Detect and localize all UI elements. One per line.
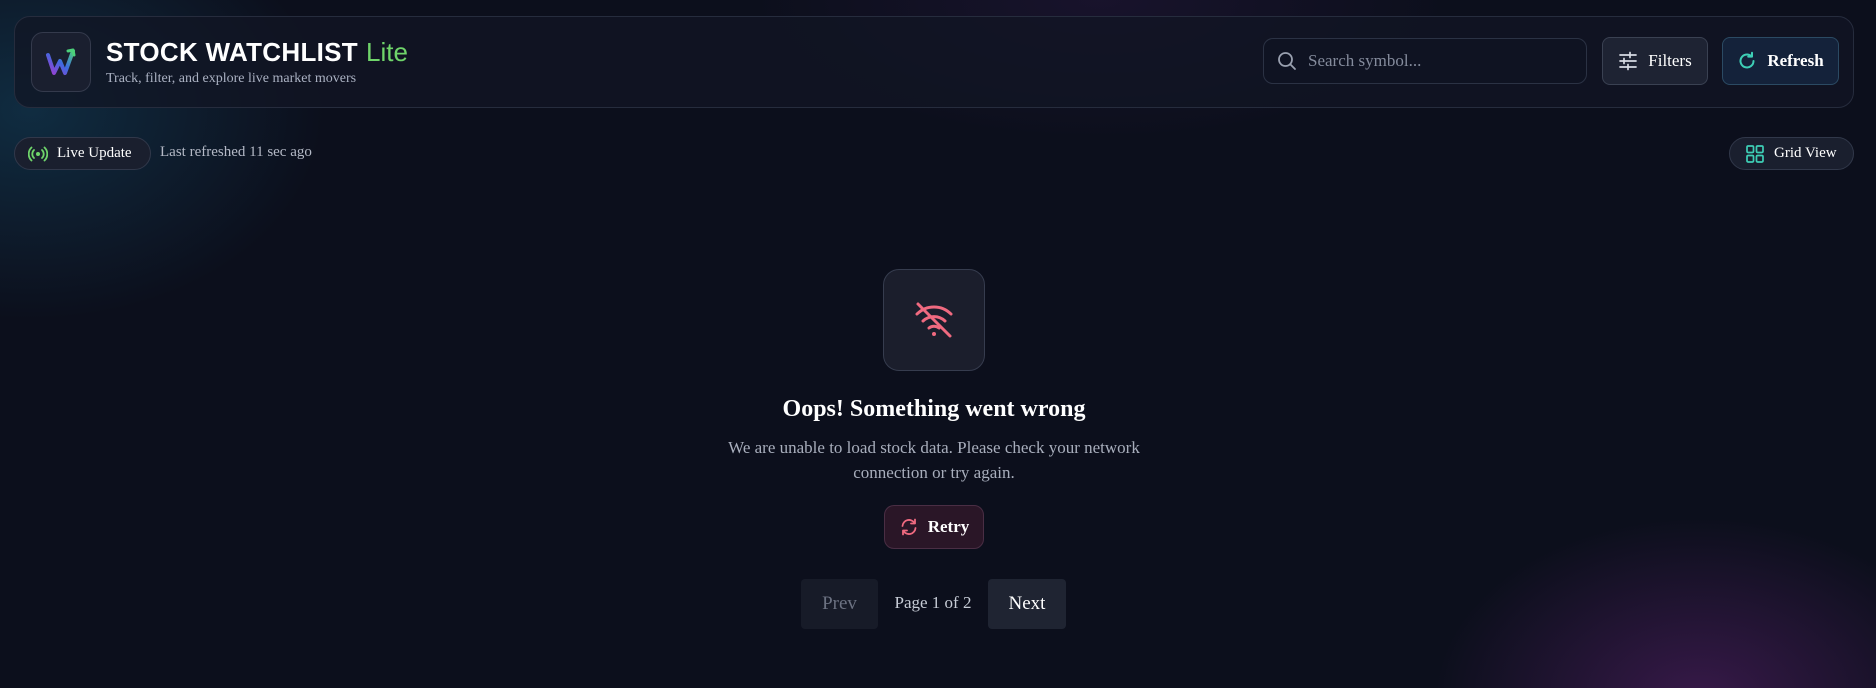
live-update-label: Live Update xyxy=(57,145,132,161)
search-icon xyxy=(1278,52,1296,70)
prev-page-button[interactable]: Prev xyxy=(801,579,878,629)
w-chart-logo-icon xyxy=(46,48,76,75)
app-header: STOCK WATCHLIST Lite Track, filter, and … xyxy=(14,16,1854,108)
search-box[interactable] xyxy=(1263,38,1587,84)
retry-icon xyxy=(901,518,917,536)
filters-button[interactable]: Filters xyxy=(1602,37,1708,85)
grid-icon xyxy=(1746,144,1764,163)
last-refreshed-text: Last refreshed 11 sec ago xyxy=(160,144,312,160)
app-title-main: STOCK WATCHLIST xyxy=(106,37,358,67)
refresh-label: Refresh xyxy=(1767,51,1824,70)
next-page-button[interactable]: Next xyxy=(988,579,1066,629)
refresh-icon xyxy=(1739,51,1755,69)
retry-button[interactable]: Retry xyxy=(884,505,984,549)
app-logo xyxy=(31,32,91,92)
app-title-accent: Lite xyxy=(365,37,408,67)
live-update-toggle[interactable]: Live Update xyxy=(14,137,151,170)
retry-label: Retry xyxy=(927,517,970,536)
error-title: Oops! Something went wrong xyxy=(782,396,1086,422)
error-message: We are unable to load stock data. Please… xyxy=(728,438,1140,482)
refresh-button[interactable]: Refresh xyxy=(1722,37,1839,85)
app-title: STOCK WATCHLIST Lite xyxy=(106,37,408,68)
grid-view-button[interactable]: Grid View xyxy=(1729,137,1854,170)
live-signal-icon xyxy=(28,146,48,161)
grid-view-label: Grid View xyxy=(1774,145,1837,161)
wifi-off-icon xyxy=(915,302,953,338)
app-subtitle: Track, filter, and explore live market m… xyxy=(106,71,357,86)
filters-label: Filters xyxy=(1648,51,1692,70)
search-input[interactable] xyxy=(1308,51,1578,71)
error-icon-box xyxy=(883,269,985,371)
sliders-icon xyxy=(1619,51,1638,71)
page-indicator: Page 1 of 2 xyxy=(894,593,972,612)
